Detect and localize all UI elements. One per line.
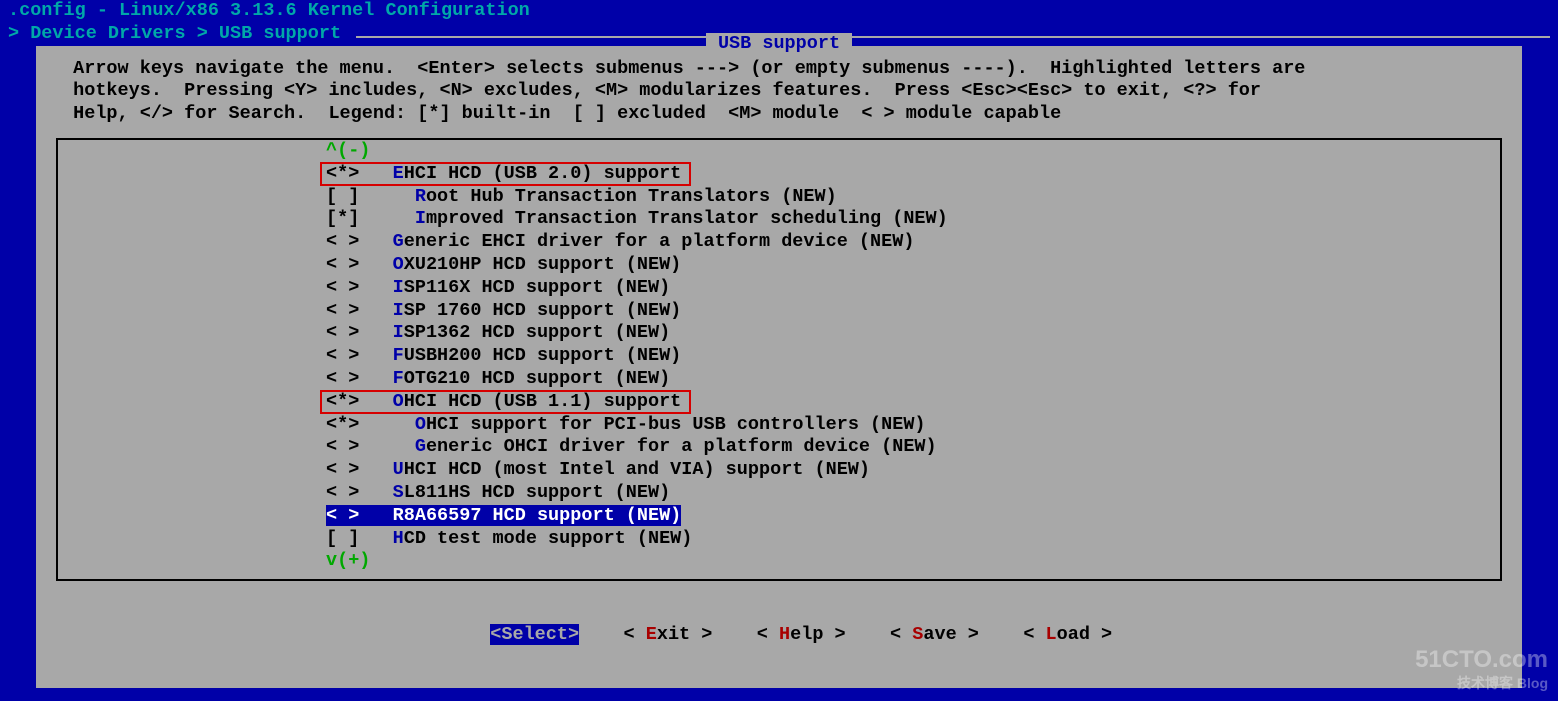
menu-item[interactable]: < > ISP1362 HCD support (NEW): [326, 322, 1488, 345]
bottom-border: [0, 698, 1558, 701]
menu-item[interactable]: <*> OHCI support for PCI-bus USB control…: [326, 414, 1488, 437]
breadcrumb-rule: [356, 36, 1550, 38]
menu-item[interactable]: < > ISP116X HCD support (NEW): [326, 277, 1488, 300]
scroll-up-indicator[interactable]: ^(-): [70, 140, 1488, 163]
menu-item[interactable]: [ ] Root Hub Transaction Translators (NE…: [326, 186, 1488, 209]
dialog-title: USB support: [706, 33, 852, 56]
menu-item[interactable]: < > R8A66597 HCD support (NEW): [326, 505, 1488, 528]
menu-item[interactable]: < > FUSBH200 HCD support (NEW): [326, 345, 1488, 368]
menu-list[interactable]: <*> EHCI HCD (USB 2.0) support[ ] Root H…: [70, 163, 1488, 551]
select-button[interactable]: <Select>: [490, 624, 579, 645]
menu-item[interactable]: <*> OHCI HCD (USB 1.1) support: [326, 391, 1488, 414]
dialog-window: USB support Arrow keys navigate the menu…: [36, 46, 1522, 688]
menu-item[interactable]: < > Generic EHCI driver for a platform d…: [326, 231, 1488, 254]
menu-item[interactable]: < > SL811HS HCD support (NEW): [326, 482, 1488, 505]
menu-item[interactable]: < > FOTG210 HCD support (NEW): [326, 368, 1488, 391]
menu-item[interactable]: <*> EHCI HCD (USB 2.0) support: [326, 163, 1488, 186]
window-title: .config - Linux/x86 3.13.6 Kernel Config…: [0, 0, 1558, 23]
menu-frame: ^(-) <*> EHCI HCD (USB 2.0) support[ ] R…: [56, 138, 1502, 581]
load-button[interactable]: < Load >: [1023, 624, 1112, 645]
menu-item[interactable]: [*] Improved Transaction Translator sche…: [326, 208, 1488, 231]
save-button[interactable]: < Save >: [890, 624, 979, 645]
menu-item[interactable]: < > Generic OHCI driver for a platform d…: [326, 436, 1488, 459]
button-bar: <Select> < Exit > < Help > < Save > < Lo…: [56, 581, 1502, 669]
menu-item[interactable]: < > OXU210HP HCD support (NEW): [326, 254, 1488, 277]
help-text: Arrow keys navigate the menu. <Enter> se…: [56, 46, 1502, 132]
menu-item[interactable]: < > UHCI HCD (most Intel and VIA) suppor…: [326, 459, 1488, 482]
menu-item[interactable]: [ ] HCD test mode support (NEW): [326, 528, 1488, 551]
exit-button[interactable]: < Exit >: [624, 624, 713, 645]
breadcrumb: > Device Drivers > USB support: [8, 23, 352, 46]
scroll-down-indicator[interactable]: v(+): [70, 550, 1488, 573]
menu-item[interactable]: < > ISP 1760 HCD support (NEW): [326, 300, 1488, 323]
help-button[interactable]: < Help >: [757, 624, 846, 645]
